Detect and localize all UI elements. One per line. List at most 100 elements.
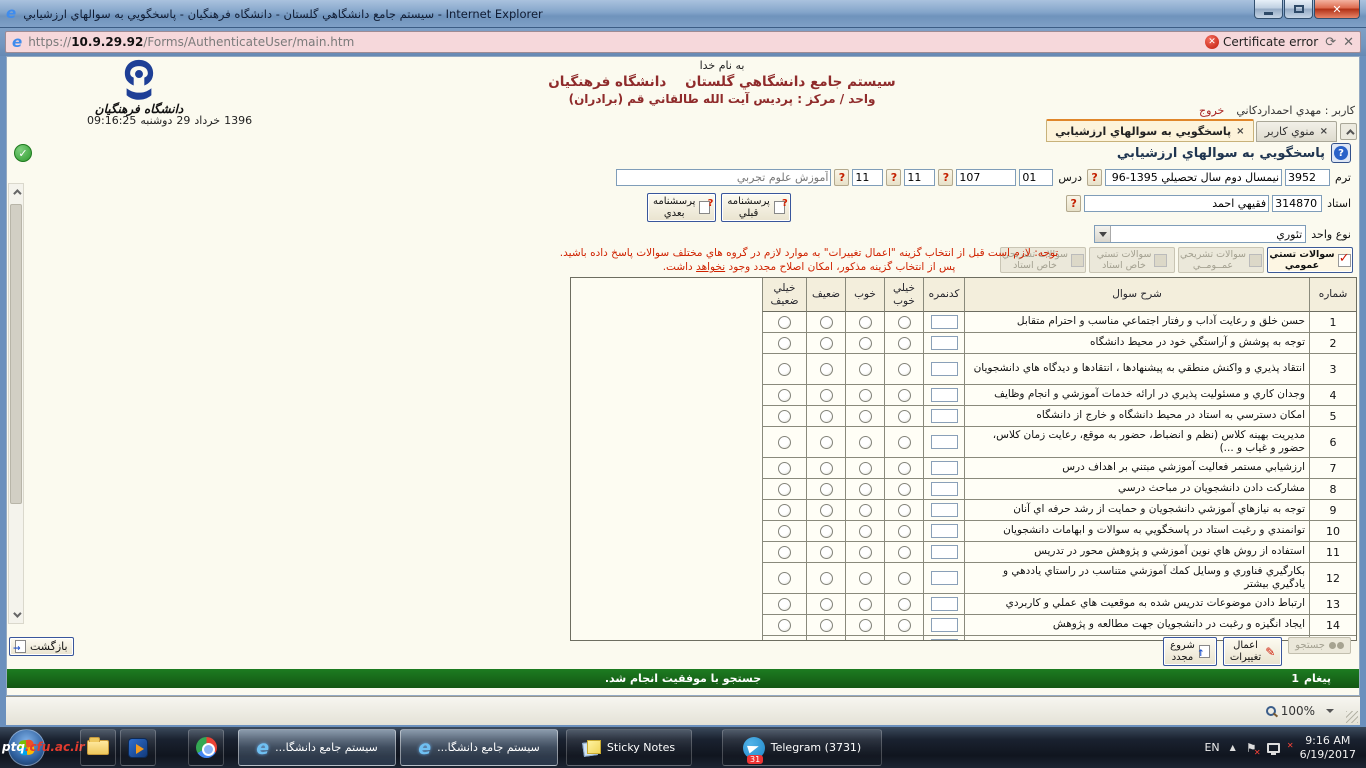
radio-very-weak[interactable] bbox=[778, 598, 791, 611]
hidden-icons-button[interactable]: ▲ bbox=[1230, 743, 1236, 752]
tab-user-menu[interactable]: × منوي كاربر bbox=[1256, 121, 1337, 142]
radio-weak[interactable] bbox=[820, 436, 833, 449]
certificate-error-badge[interactable]: ✕ Certificate error bbox=[1205, 35, 1318, 49]
grade-code-input[interactable] bbox=[931, 435, 958, 449]
close-button[interactable]: ✕ bbox=[1314, 0, 1360, 19]
radio-weak[interactable] bbox=[820, 572, 833, 585]
next-questionnaire-button[interactable]: ? پرسشنامه بعدي bbox=[647, 193, 716, 222]
grade-code-input[interactable] bbox=[931, 639, 958, 641]
radio-good[interactable] bbox=[859, 640, 872, 642]
radio-very-weak[interactable] bbox=[778, 410, 791, 423]
radio-weak[interactable] bbox=[820, 504, 833, 517]
radio-good[interactable] bbox=[859, 504, 872, 517]
radio-weak[interactable] bbox=[820, 363, 833, 376]
taskbar-ie-window-2[interactable]: e سيستم جامع دانشگا... bbox=[400, 729, 558, 766]
radio-weak[interactable] bbox=[820, 389, 833, 402]
stop-icon[interactable]: ✕ bbox=[1343, 35, 1354, 50]
radio-very-good[interactable] bbox=[898, 462, 911, 475]
taskbar-sticky-notes-button[interactable]: Sticky Notes bbox=[566, 729, 692, 766]
grade-code-input[interactable] bbox=[931, 571, 958, 585]
radio-weak[interactable] bbox=[820, 598, 833, 611]
select-arrow[interactable] bbox=[1095, 226, 1111, 242]
radio-very-good[interactable] bbox=[898, 598, 911, 611]
radio-weak[interactable] bbox=[820, 483, 833, 496]
radio-good[interactable] bbox=[859, 572, 872, 585]
grade-code-input[interactable] bbox=[931, 315, 958, 329]
collapse-tabs-button[interactable] bbox=[1340, 123, 1357, 140]
radio-good[interactable] bbox=[859, 337, 872, 350]
radio-good[interactable] bbox=[859, 598, 872, 611]
course-code2-input[interactable] bbox=[956, 169, 1016, 186]
radio-very-weak[interactable] bbox=[778, 546, 791, 559]
previous-questionnaire-button[interactable]: ? پرسشنامه قبلي bbox=[721, 193, 790, 222]
tab-close-icon[interactable]: × bbox=[1320, 126, 1328, 137]
tab-evaluation[interactable]: × پاسخگويي به سوالهاي ارزشيابي bbox=[1046, 119, 1253, 142]
logout-link[interactable]: خروج bbox=[1199, 104, 1224, 117]
vertical-scrollbar[interactable] bbox=[8, 183, 24, 624]
zoom-control[interactable]: 100% bbox=[1266, 704, 1334, 718]
instructor-lookup-icon[interactable]: ? bbox=[1066, 195, 1081, 212]
radio-good[interactable] bbox=[859, 546, 872, 559]
radio-very-good[interactable] bbox=[898, 504, 911, 517]
address-field[interactable]: e https://10.9.29.92/Forms/AuthenticateU… bbox=[5, 31, 1361, 53]
maximize-button[interactable] bbox=[1284, 0, 1313, 19]
help-button[interactable]: ? bbox=[1331, 143, 1351, 163]
action-center-icon[interactable]: ⚑✕ bbox=[1246, 741, 1257, 755]
radio-very-weak[interactable] bbox=[778, 619, 791, 632]
general-test-questions-button[interactable]: ✓ سوالات تستي عمومي bbox=[1267, 247, 1353, 273]
course-code4-input[interactable] bbox=[852, 169, 883, 186]
course-lookup-icon[interactable]: ? bbox=[834, 169, 849, 186]
radio-very-weak[interactable] bbox=[778, 640, 791, 642]
taskbar-explorer-button[interactable] bbox=[80, 729, 116, 766]
grade-code-input[interactable] bbox=[931, 503, 958, 517]
language-indicator[interactable]: EN bbox=[1204, 741, 1219, 754]
general-essay-questions-button[interactable]: سوالات تشريحي عمــومــي bbox=[1178, 247, 1264, 273]
grade-code-input[interactable] bbox=[931, 524, 958, 538]
radio-very-good[interactable] bbox=[898, 525, 911, 538]
radio-very-weak[interactable] bbox=[778, 363, 791, 376]
restart-button[interactable]: ↑ شروع مجدد bbox=[1163, 637, 1217, 666]
scrollbar-thumb[interactable] bbox=[10, 204, 22, 504]
radio-very-weak[interactable] bbox=[778, 436, 791, 449]
radio-very-weak[interactable] bbox=[778, 504, 791, 517]
term-code-input[interactable] bbox=[1285, 169, 1330, 186]
course-code3-input[interactable] bbox=[904, 169, 935, 186]
grade-code-input[interactable] bbox=[931, 362, 958, 376]
grade-code-input[interactable] bbox=[931, 409, 958, 423]
radio-very-good[interactable] bbox=[898, 389, 911, 402]
taskbar-ie-window-1[interactable]: e سيستم جامع دانشگا... bbox=[238, 729, 396, 766]
network-icon[interactable] bbox=[1267, 743, 1280, 753]
scroll-down-button[interactable] bbox=[9, 607, 23, 623]
taskbar-chrome-button[interactable] bbox=[188, 729, 224, 766]
grade-code-input[interactable] bbox=[931, 482, 958, 496]
radio-very-weak[interactable] bbox=[778, 483, 791, 496]
radio-good[interactable] bbox=[859, 363, 872, 376]
radio-very-weak[interactable] bbox=[778, 525, 791, 538]
term-name-input[interactable] bbox=[1105, 169, 1282, 186]
radio-very-good[interactable] bbox=[898, 363, 911, 376]
radio-weak[interactable] bbox=[820, 619, 833, 632]
refresh-icon[interactable]: ⟳ bbox=[1325, 35, 1336, 50]
scroll-up-button[interactable] bbox=[9, 184, 23, 200]
radio-very-good[interactable] bbox=[898, 436, 911, 449]
radio-very-good[interactable] bbox=[898, 572, 911, 585]
instructor-code-input[interactable] bbox=[1272, 195, 1322, 212]
grade-code-input[interactable] bbox=[931, 545, 958, 559]
instructor-name-input[interactable] bbox=[1084, 195, 1269, 212]
radio-weak[interactable] bbox=[820, 640, 833, 642]
radio-very-good[interactable] bbox=[898, 410, 911, 423]
radio-good[interactable] bbox=[859, 483, 872, 496]
back-button[interactable]: → بازگشت bbox=[9, 637, 74, 656]
radio-good[interactable] bbox=[859, 316, 872, 329]
apply-changes-button[interactable]: ✎ اعمال تغييرات bbox=[1223, 637, 1282, 666]
course-code1-input[interactable] bbox=[1019, 169, 1053, 186]
radio-good[interactable] bbox=[859, 525, 872, 538]
radio-good[interactable] bbox=[859, 436, 872, 449]
radio-very-good[interactable] bbox=[898, 619, 911, 632]
radio-very-weak[interactable] bbox=[778, 389, 791, 402]
radio-very-good[interactable] bbox=[898, 640, 911, 642]
minimize-button[interactable] bbox=[1254, 0, 1283, 19]
radio-good[interactable] bbox=[859, 410, 872, 423]
search-button[interactable]: جستجو bbox=[1288, 637, 1351, 654]
radio-very-weak[interactable] bbox=[778, 337, 791, 350]
